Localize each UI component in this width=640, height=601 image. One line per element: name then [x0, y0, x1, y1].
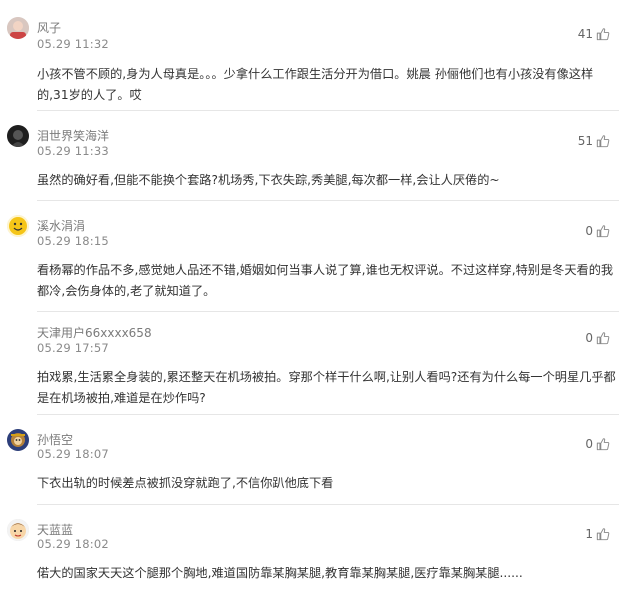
like-count: 51: [577, 134, 593, 148]
like-button[interactable]: 51: [578, 134, 610, 148]
like-button[interactable]: 41: [578, 27, 610, 41]
user-avatar[interactable]: [7, 17, 29, 39]
username[interactable]: 泪世界笑海洋: [37, 127, 109, 144]
comment-item: 溪水涓涓 05.29 18:15 0 看杨幂的作品不多,感觉她人品还不错,婚姻如…: [0, 201, 640, 312]
like-button[interactable]: 0: [585, 224, 610, 238]
comment-time: 05.29 18:07: [37, 447, 109, 461]
like-count: 0: [585, 224, 593, 238]
comment-item: 泪世界笑海洋 05.29 11:33 51 虽然的确好看,但能不能换个套路?机场…: [0, 111, 640, 201]
comment-text: 虽然的确好看,但能不能换个套路?机场秀,下衣失踪,秀美腿,每次都一样,会让人厌倦…: [37, 173, 500, 187]
username[interactable]: 溪水涓涓: [37, 217, 85, 234]
user-avatar[interactable]: [7, 519, 29, 541]
comment-item: 天津用户66xxxx658 05.29 17:57 0 拍戏累,生活累全身装的,…: [0, 312, 640, 415]
comment-time: 05.29 18:15: [37, 234, 109, 248]
comment-text: 拍戏累,生活累全身装的,累还整天在机场被拍。穿那个样干什么啊,让别人看吗?还有为…: [37, 370, 616, 405]
thumbs-up-icon: [596, 438, 610, 451]
thumbs-up-icon: [596, 528, 610, 541]
thumbs-up-icon: [596, 28, 610, 41]
like-button[interactable]: 0: [585, 331, 610, 345]
comment-time: 05.29 11:33: [37, 144, 109, 158]
like-count: 0: [585, 331, 593, 345]
user-avatar[interactable]: [7, 125, 29, 147]
comment-item: 天蓝蓝 05.29 18:02 1 偌大的国家天天这个腿那个胸地,难道国防靠某胸…: [0, 505, 640, 601]
username[interactable]: 天津用户66xxxx658: [37, 324, 152, 341]
like-button[interactable]: 0: [585, 437, 610, 451]
like-count: 0: [585, 437, 593, 451]
thumbs-up-icon: [596, 332, 610, 345]
comment-text: 小孩不管不顾的,身为人母真是。。。少拿什么工作跟生活分开为借口。姚晨 孙俪他们也…: [37, 67, 594, 102]
comment-time: 05.29 11:32: [37, 37, 109, 51]
username[interactable]: 天蓝蓝: [37, 521, 73, 538]
like-count: 41: [577, 27, 593, 41]
username[interactable]: 孙悟空: [37, 431, 73, 448]
like-count: 1: [585, 527, 593, 541]
comment-text: 下衣出轨的时候差点被抓没穿就跑了,不信你趴他底下看: [37, 476, 334, 490]
username[interactable]: 风子: [37, 19, 61, 36]
thumbs-up-icon: [596, 135, 610, 148]
user-avatar[interactable]: [7, 429, 29, 451]
comment-item: 风子 05.29 11:32 41 小孩不管不顾的,身为人母真是。。。少拿什么工…: [0, 0, 640, 111]
comment-item: 孙悟空 05.29 18:07 0 下衣出轨的时候差点被抓没穿就跑了,不信你趴他…: [0, 415, 640, 505]
comment-text: 看杨幂的作品不多,感觉她人品还不错,婚姻如何当事人说了算,谁也无权评说。不过这样…: [37, 263, 614, 298]
comment-text: 偌大的国家天天这个腿那个胸地,难道国防靠某胸某腿,教育靠某胸某腿,医疗靠某胸某腿…: [37, 566, 523, 580]
comment-time: 05.29 18:02: [37, 537, 109, 551]
like-button[interactable]: 1: [585, 527, 610, 541]
user-avatar[interactable]: [7, 215, 29, 237]
comment-time: 05.29 17:57: [37, 341, 109, 355]
thumbs-up-icon: [596, 225, 610, 238]
